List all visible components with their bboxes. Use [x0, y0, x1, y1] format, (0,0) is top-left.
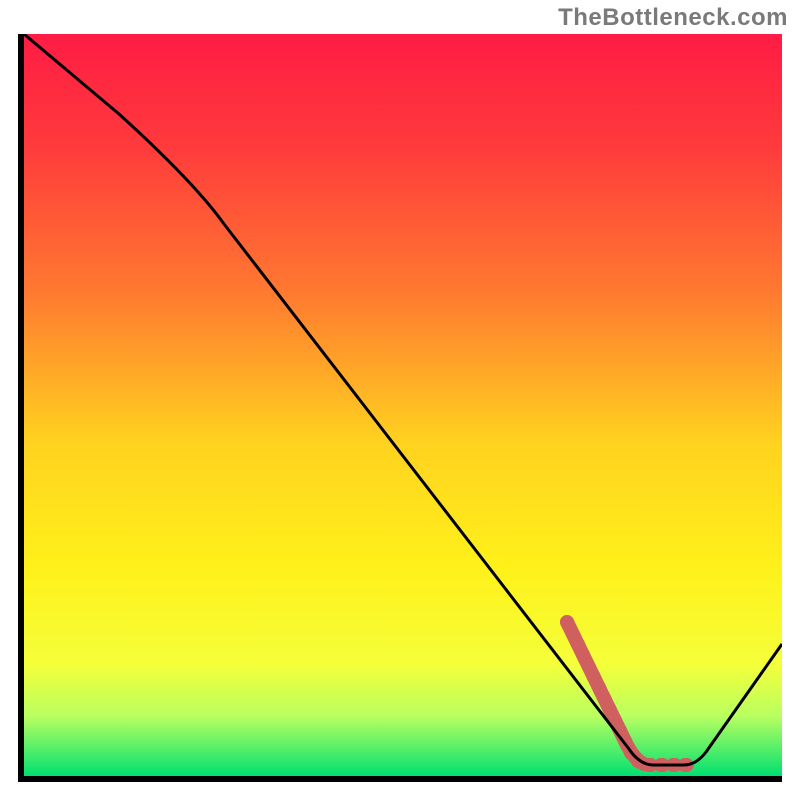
bottleneck-curve: [24, 34, 782, 776]
chart-container: TheBottleneck.com: [0, 0, 800, 800]
plot-area: [18, 34, 782, 782]
curve-path: [24, 34, 782, 765]
watermark-text: TheBottleneck.com: [558, 4, 788, 32]
ridge-highlight-solid: [567, 622, 644, 764]
